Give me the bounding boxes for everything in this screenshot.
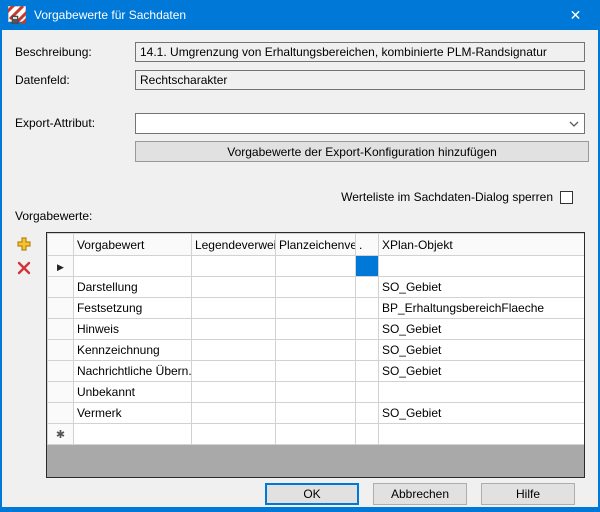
grid-header-row: Vorgabewert Legendeverweis Planzeichenve… [47,234,585,256]
grid-cell[interactable]: SO_Gebiet [378,340,585,361]
grid-cell[interactable] [355,403,378,424]
dialog-content: Beschreibung: 14.1. Umgrenzung von Erhal… [2,30,598,507]
grid-cell[interactable] [275,298,355,319]
grid-cell[interactable]: Hinweis [73,319,191,340]
vorgabewerte-label: Vorgabewerte: [15,209,585,223]
grid-cell[interactable] [191,256,275,277]
vorgabewerte-grid: Vorgabewert Legendeverweis Planzeichenve… [46,232,585,478]
grid-cell[interactable] [378,424,585,445]
export-attribut-combobox[interactable] [135,113,585,134]
grid-cell[interactable] [275,277,355,298]
grid-cell[interactable] [275,340,355,361]
grid-cell[interactable] [191,340,275,361]
grid-cell[interactable] [191,319,275,340]
table-row: Kennzeichnung SO_Gebiet [47,340,585,361]
grid-cell[interactable] [275,382,355,403]
grid-cell[interactable] [73,424,191,445]
column-header-vorgabewert[interactable]: Vorgabewert [73,234,191,256]
grid-cell[interactable]: BP_ErhaltungsbereichFlaeche [378,298,585,319]
grid-cell[interactable] [191,403,275,424]
grid-cell[interactable] [355,277,378,298]
delete-row-icon[interactable] [15,259,33,277]
dialog-window: Vorgabewerte für Sachdaten ✕ Beschreibun… [0,0,600,512]
grid-cell[interactable]: Nachrichtliche Übern... [73,361,191,382]
table-row: Vermerk SO_Gebiet [47,403,585,424]
table-row: ✱ [47,424,585,445]
close-button[interactable]: ✕ [553,0,598,30]
grid-cell[interactable] [191,424,275,445]
grid-cell[interactable]: SO_Gebiet [378,319,585,340]
datenfeld-field[interactable]: Rechtscharakter [135,70,585,90]
grid-cell[interactable]: Kennzeichnung [73,340,191,361]
grid-cell[interactable] [275,424,355,445]
help-button[interactable]: Hilfe [481,483,575,505]
grid-cell[interactable]: SO_Gebiet [378,361,585,382]
close-icon: ✕ [570,7,582,24]
grid-cell[interactable] [191,277,275,298]
datenfeld-label: Datenfeld: [15,70,135,87]
table-row: Festsetzung BP_ErhaltungsbereichFlaeche [47,298,585,319]
grid-cell[interactable] [275,319,355,340]
grid-cell[interactable] [275,403,355,424]
dialog-button-bar: OK Abbrechen Hilfe [15,483,585,505]
new-row-indicator-icon: ✱ [56,429,65,441]
grid-cell[interactable] [275,361,355,382]
titlebar: Vorgabewerte für Sachdaten ✕ [2,0,598,30]
beschreibung-label: Beschreibung: [15,42,135,59]
grid-toolbar [15,232,46,478]
table-row: Unbekannt [47,382,585,403]
grid-cell[interactable]: SO_Gebiet [378,277,585,298]
chevron-down-icon[interactable] [564,121,584,127]
lock-valuelist-label: Werteliste im Sachdaten-Dialog sperren [341,190,553,204]
selected-grid-cell[interactable] [355,256,378,277]
grid-corner-cell [47,234,73,256]
current-row-indicator-icon: ▶ [57,262,64,272]
grid-cell[interactable] [191,298,275,319]
column-header-legendeverweis[interactable]: Legendeverweis [191,234,275,256]
export-attribut-label: Export-Attribut: [15,113,135,130]
grid-cell[interactable]: SO_Gebiet [378,403,585,424]
ok-button[interactable]: OK [265,483,359,505]
grid-cell[interactable] [355,361,378,382]
beschreibung-field[interactable]: 14.1. Umgrenzung von Erhaltungsbereichen… [135,42,585,62]
grid-cell[interactable]: Unbekannt [73,382,191,403]
table-row: Hinweis SO_Gebiet [47,319,585,340]
grid-cell[interactable] [191,361,275,382]
table-row: ▶ [47,256,585,277]
grid-cell[interactable] [378,256,585,277]
add-row-icon[interactable] [15,235,33,253]
add-export-config-button[interactable]: Vorgabewerte der Export-Konfiguration hi… [135,141,589,162]
cancel-button[interactable]: Abbrechen [373,483,467,505]
column-header-dot[interactable]: . [355,234,378,256]
grid-cell[interactable]: Darstellung [73,277,191,298]
column-header-planzeichenverweis[interactable]: Planzeichenverw [275,234,355,256]
app-icon [8,6,26,24]
grid-cell[interactable] [191,382,275,403]
grid-cell[interactable] [355,424,378,445]
grid-cell[interactable] [73,256,191,277]
grid-cell[interactable]: Vermerk [73,403,191,424]
table-row: Darstellung SO_Gebiet [47,277,585,298]
grid-cell[interactable] [275,256,355,277]
grid-cell[interactable] [355,382,378,403]
table-row: Nachrichtliche Übern... SO_Gebiet [47,361,585,382]
grid-cell[interactable] [355,319,378,340]
grid-cell[interactable] [378,382,585,403]
grid-cell[interactable]: Festsetzung [73,298,191,319]
window-title: Vorgabewerte für Sachdaten [34,8,553,22]
grid-cell[interactable] [355,340,378,361]
column-header-xplan-objekt[interactable]: XPlan-Objekt [378,234,585,256]
grid-cell[interactable] [355,298,378,319]
lock-valuelist-checkbox[interactable] [560,191,573,204]
